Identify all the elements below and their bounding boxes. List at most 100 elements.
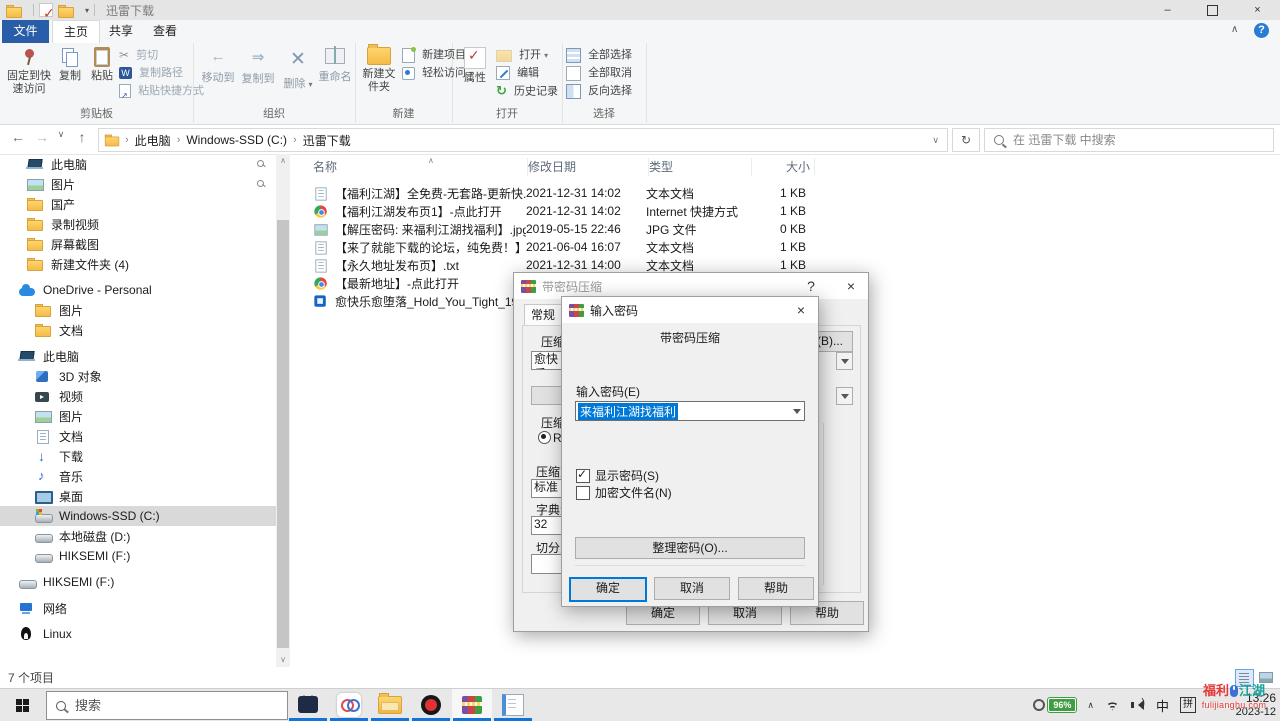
taskbar-search-input[interactable] [73,697,287,714]
sidebar-item[interactable]: 视频 [0,386,276,406]
sidebar-item[interactable]: OneDrive - Personal [0,280,276,300]
taskbar-app-rings[interactable] [329,689,369,720]
qat-customize-caret-icon[interactable]: ▾ [85,6,89,15]
rar-radio[interactable] [538,431,551,444]
tab-file[interactable]: 文件 [2,20,49,43]
column-header-date[interactable]: 修改日期 [528,158,649,176]
combobox-arrow-icon[interactable] [836,352,853,370]
ime-language[interactable]: 中 [1156,696,1169,715]
sidebar-item[interactable]: 本地磁盘 (D:) [0,526,276,546]
ribbon-small-button[interactable]: 复制路径 [119,64,193,82]
file-row[interactable]: 【来了就能下载的论坛，纯免费！】.txt 2021-06-04 16:07 文本… [295,238,1280,256]
password-combobox[interactable]: 来福利江湖找福利 [575,401,805,421]
address-dropdown-icon[interactable]: ∨ [932,135,947,146]
sidebar-item[interactable]: 图片 [0,174,276,194]
sidebar-item[interactable]: 录制视频 [0,214,276,234]
paste-button[interactable]: 粘贴 [87,45,117,103]
copy-button[interactable]: 复制 [55,45,85,103]
sidebar-item[interactable]: 此电脑 [0,346,276,366]
show-password-checkbox[interactable] [576,469,590,483]
recent-locations-icon[interactable]: ∨ [54,129,68,140]
start-button[interactable] [0,689,44,721]
sidebar-item[interactable]: 文档 [0,426,276,446]
sidebar-item[interactable]: 桌面 [0,486,276,506]
sidebar-item[interactable]: 3D 对象 [0,366,276,386]
qat-folder-icon[interactable] [58,4,73,17]
back-icon[interactable]: ← [8,129,28,145]
ribbon-small-button[interactable]: 历史记录 [496,82,560,100]
encrypt-names-row[interactable]: 加密文件名(N) [576,484,672,501]
hidden-icons-chevron[interactable]: ∧ [1087,700,1094,711]
ribbon-collapse-icon[interactable]: ∧ [1231,24,1238,35]
dialog-close-button[interactable]: × [834,273,868,299]
ok-button[interactable]: 确定 [569,577,647,602]
show-password-row[interactable]: 显示密码(S) [576,467,659,484]
ribbon-small-button[interactable]: 反向选择 [566,82,644,100]
cancel-button[interactable]: 取消 [654,577,730,600]
combobox-arrow-icon[interactable] [836,387,853,405]
minimize-button[interactable]: – [1145,0,1190,20]
taskbar-app-notepad[interactable] [493,689,533,720]
wifi-icon[interactable] [1105,700,1120,711]
ribbon-medium-button[interactable]: 移动到 [199,45,237,103]
breadcrumb[interactable]: › 此电脑 › Windows-SSD (C:) › 迅雷下载 ∨ [98,128,948,152]
restore-button[interactable] [1190,0,1235,20]
tab-home[interactable]: 主页 [52,20,100,43]
search-box[interactable] [984,128,1274,152]
dialog-close-button[interactable]: × [784,297,818,323]
sidebar-item[interactable]: HIKSEMI (F:) [0,572,276,592]
breadcrumb-drive-c[interactable]: Windows-SSD (C:) [182,133,291,147]
taskbar-search[interactable] [46,691,288,720]
sidebar-item[interactable]: 此电脑 [0,154,276,174]
ribbon-small-button[interactable]: 剪切 [119,46,193,64]
breadcrumb-this-pc[interactable]: 此电脑 [131,132,175,149]
scroll-down-icon[interactable]: ∨ [276,653,290,667]
sidebar-item[interactable]: 文档 [0,320,276,340]
ribbon-small-button[interactable]: 打开 [496,46,560,64]
battery-indicator[interactable]: 96% [1033,698,1076,712]
scroll-up-icon[interactable]: ∧ [276,154,290,168]
ribbon-small-button[interactable]: 新建项目 [402,46,452,64]
sidebar-item[interactable]: 国产 [0,194,276,214]
pin-to-quick-access-button[interactable]: 固定到快速访问 [5,45,53,103]
sidebar-item[interactable]: 新建文件夹 (4) [0,254,276,274]
help-button[interactable]: 帮助 [738,577,814,600]
sidebar-item[interactable]: 音乐 [0,466,276,486]
help-icon[interactable]: ? [1254,23,1269,38]
refresh-button[interactable]: ↻ [952,128,980,152]
properties-button[interactable]: 属性 [458,45,492,103]
sidebar-item[interactable]: Linux [0,624,276,644]
sidebar-item[interactable]: 图片 [0,406,276,426]
sidebar-scrollbar[interactable]: ∧ ∨ [276,154,290,667]
tab-general[interactable]: 常规 [524,304,562,326]
close-button[interactable]: × [1235,0,1280,20]
ribbon-small-button[interactable]: 编辑 [496,64,560,82]
ribbon-medium-button[interactable]: 重命名 [317,45,353,103]
column-header-type[interactable]: 类型 [649,158,752,176]
sidebar-item[interactable]: 网络 [0,598,276,618]
column-header-size[interactable]: 大小 [752,158,815,176]
new-folder-button[interactable]: 新建文件夹 [358,45,400,103]
organize-passwords-button[interactable]: 整理密码(O)... [575,537,805,559]
tab-view[interactable]: 查看 [142,20,188,42]
ribbon-medium-button[interactable]: 删除 [281,45,315,103]
volume-icon[interactable]: ) [1131,699,1145,711]
sidebar-item[interactable]: 屏幕截图 [0,234,276,254]
taskbar-app-recorder[interactable] [411,689,451,720]
ribbon-small-button[interactable]: 轻松访问 [402,64,452,82]
encrypt-names-checkbox[interactable] [576,486,590,500]
up-icon[interactable]: ↑ [72,129,92,145]
search-input[interactable] [1011,132,1273,148]
sidebar-item[interactable]: 下载 [0,446,276,466]
qat-properties-icon[interactable] [39,3,53,17]
taskbar-app-winrar[interactable] [452,689,492,720]
taskbar-app-explorer[interactable] [370,689,410,720]
sidebar-item[interactable]: 图片 [0,300,276,320]
ribbon-small-button[interactable]: 全部选择 [566,46,644,64]
scrollbar-thumb[interactable] [277,220,289,648]
taskbar-app-cat[interactable] [288,689,328,720]
ribbon-small-button[interactable]: 全部取消 [566,64,644,82]
column-header-name[interactable]: 名称 ∧ [313,158,528,176]
file-row[interactable]: 【福利江湖发布页1】-点此打开 2021-12-31 14:02 Interne… [295,202,1280,220]
sidebar-item[interactable]: Windows-SSD (C:) [0,506,276,526]
